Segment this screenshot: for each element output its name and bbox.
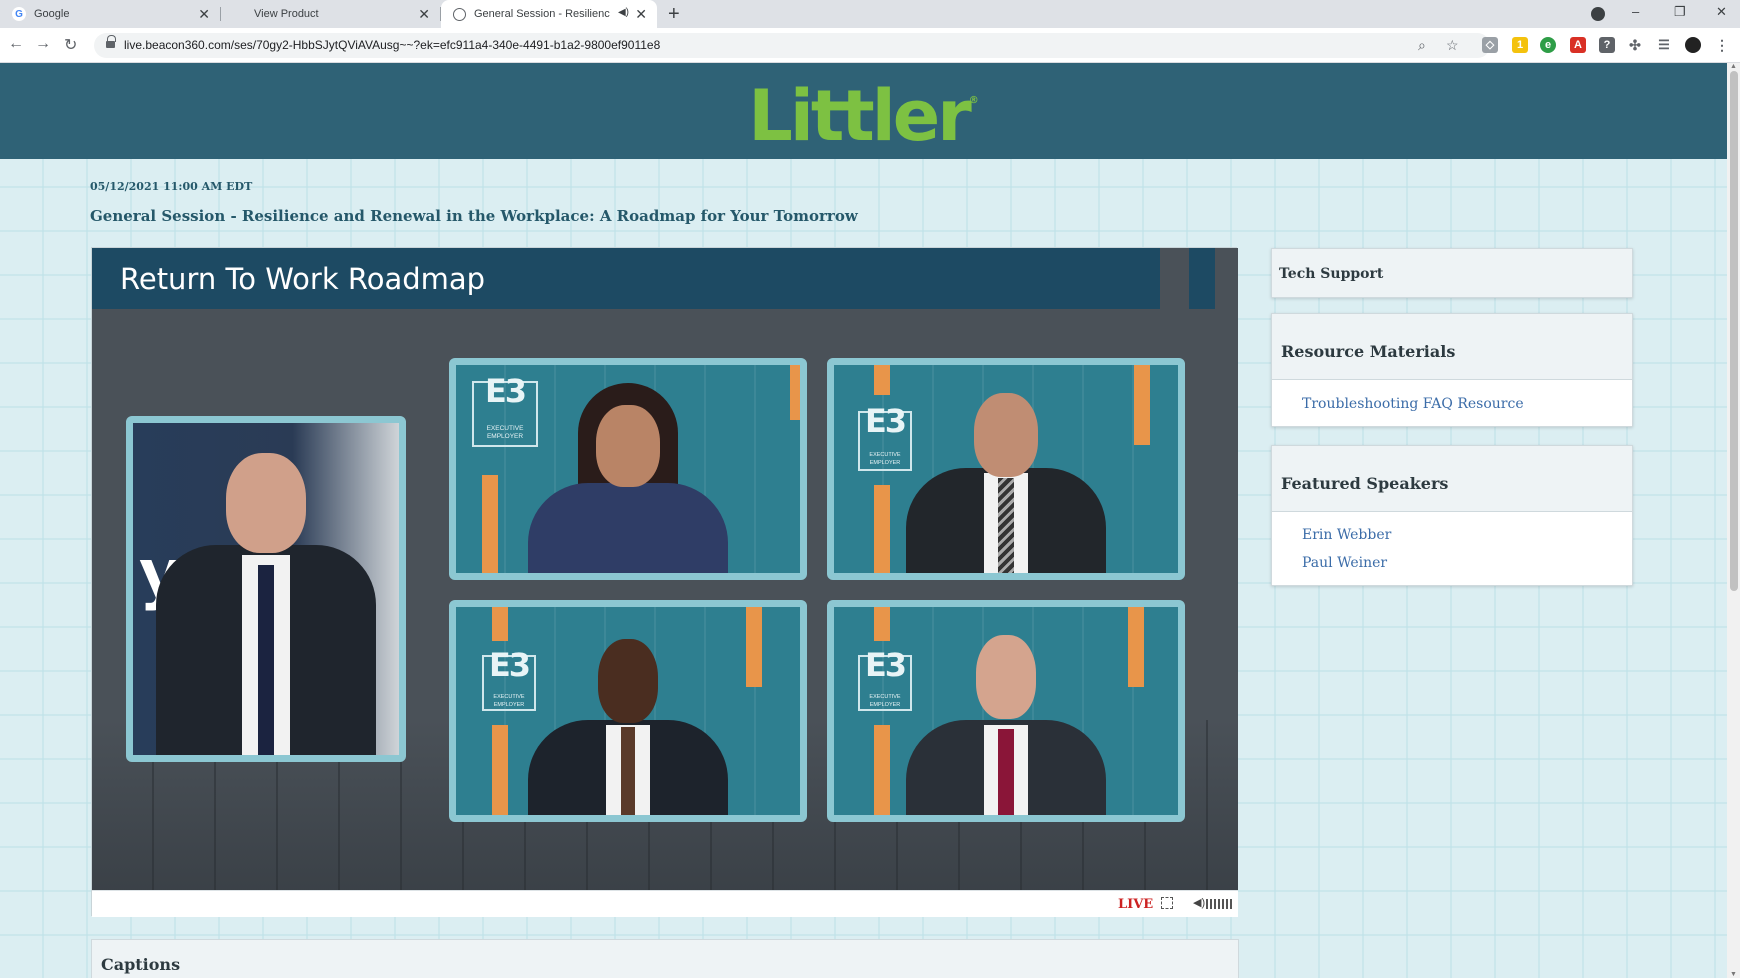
page-title: General Session - Resilience and Renewal… — [90, 207, 858, 225]
tech-support-title[interactable]: Tech Support — [1279, 266, 1383, 282]
slide-title: Return To Work Roadmap — [120, 262, 486, 296]
avatar[interactable] — [1685, 37, 1701, 53]
fullscreen-icon[interactable] — [1161, 897, 1173, 909]
littler-logo[interactable]: Littler® — [0, 75, 1727, 157]
lock-icon[interactable] — [106, 35, 116, 50]
panelist-video-feed: EXECUTIVE EMPLOYER — [449, 600, 807, 822]
tab-title: Google — [34, 8, 70, 20]
troubleshooting-faq-link[interactable]: Troubleshooting FAQ Resource — [1302, 396, 1524, 412]
globe-icon — [453, 7, 466, 21]
panelist-video-feed: EXECUTIVE EMPLOYER — [827, 358, 1185, 580]
tab-google[interactable]: G Google ✕ — [0, 0, 221, 28]
speaker-figure — [518, 383, 738, 573]
menu-dots-icon[interactable]: ⋮ — [1714, 37, 1730, 53]
slide-banner-accent — [1189, 248, 1215, 309]
pdf-icon[interactable]: A — [1570, 37, 1586, 53]
google-g-icon: G — [12, 7, 26, 21]
media-control-icon[interactable]: ☰ — [1656, 37, 1672, 53]
featured-speakers-title: Featured Speakers — [1281, 474, 1449, 493]
zoom-icon[interactable]: ⌕ — [1418, 37, 1426, 54]
video-frame[interactable]: Return To Work Roadmap y EXECUTIVE EMPLO… — [92, 248, 1238, 890]
scroll-up-icon[interactable]: ▲ — [1730, 63, 1737, 70]
volume-slider[interactable] — [1206, 899, 1232, 909]
video-player[interactable]: Return To Work Roadmap y EXECUTIVE EMPLO… — [91, 247, 1238, 917]
page-scrollbar[interactable]: ▲ ▼ — [1727, 63, 1740, 978]
player-controls: LIVE ◀) — [92, 890, 1238, 917]
speaker-figure — [896, 383, 1116, 573]
restore-button[interactable]: ❐ — [1674, 4, 1686, 20]
live-badge: LIVE — [1118, 897, 1154, 912]
address-bar[interactable]: live.beacon360.com/ses/70gy2-HbbSJytQViA… — [94, 33, 1490, 58]
speaker-figure — [896, 625, 1116, 815]
evernote-icon[interactable]: e — [1540, 37, 1556, 53]
speaker-figure — [156, 435, 376, 755]
tab-title: View Product — [254, 8, 319, 20]
session-datetime: 05/12/2021 11:00 AM EDT — [90, 180, 253, 193]
help-icon[interactable]: ? — [1599, 37, 1615, 53]
window-close-button[interactable]: ✕ — [1716, 4, 1727, 20]
volume-icon[interactable]: ◀) — [1193, 896, 1205, 909]
new-tab-button[interactable]: + — [668, 3, 680, 26]
panelist-video-feed: EXECUTIVE EMPLOYER — [449, 358, 807, 580]
browser-toolbar: ← → ↻ live.beacon360.com/ses/70gy2-HbbSJ… — [0, 28, 1740, 63]
captions-panel: Captions — [91, 939, 1239, 978]
resource-materials-title: Resource Materials — [1281, 342, 1456, 361]
browser-tab-strip: G Google ✕ View Product ✕ General Sessio… — [0, 0, 1740, 28]
puzzle-icon[interactable]: ✣ — [1627, 37, 1643, 53]
scrollbar-thumb[interactable] — [1730, 71, 1738, 591]
scroll-down-icon[interactable]: ▼ — [1730, 971, 1737, 978]
tab-title: General Session - Resilience — [474, 8, 610, 20]
forward-arrow-icon[interactable]: → — [35, 35, 51, 53]
close-icon[interactable]: ✕ — [418, 6, 430, 23]
tab-view-product[interactable]: View Product ✕ — [220, 0, 441, 28]
page-content: Littler® 05/12/2021 11:00 AM EDT General… — [0, 63, 1727, 978]
back-arrow-icon[interactable]: ← — [8, 35, 24, 53]
url-text[interactable]: live.beacon360.com/ses/70gy2-HbbSJytQViA… — [124, 38, 660, 52]
host-video-feed: y — [126, 416, 406, 762]
close-icon[interactable]: ✕ — [198, 6, 210, 23]
slide-banner: Return To Work Roadmap — [92, 248, 1160, 309]
captions-title: Captions — [101, 955, 181, 974]
speaker-link[interactable]: Paul Weiner — [1302, 555, 1387, 571]
tab-general-session[interactable]: General Session - Resilience ◀) ✕ — [441, 0, 657, 28]
resource-materials-card: Resource Materials Troubleshooting FAQ R… — [1271, 313, 1633, 427]
tech-support-card[interactable]: Tech Support — [1271, 248, 1633, 298]
extension-icon[interactable]: ◇ — [1482, 37, 1498, 53]
site-header: Littler® — [0, 63, 1727, 159]
reload-icon[interactable]: ↻ — [64, 35, 77, 55]
featured-speakers-card: Featured Speakers Erin Webber Paul Weine… — [1271, 445, 1633, 586]
tab-search-icon[interactable] — [1591, 7, 1605, 21]
speaker-figure — [518, 625, 738, 815]
close-icon[interactable]: ✕ — [635, 6, 647, 23]
speaker-link[interactable]: Erin Webber — [1302, 527, 1391, 543]
speaker-icon[interactable]: ◀) — [618, 7, 629, 18]
panelist-video-feed: EXECUTIVE EMPLOYER — [827, 600, 1185, 822]
minimize-button[interactable]: – — [1632, 4, 1639, 19]
extension-icon[interactable]: 1 — [1512, 37, 1528, 53]
bookmark-star-icon[interactable]: ☆ — [1446, 37, 1459, 54]
